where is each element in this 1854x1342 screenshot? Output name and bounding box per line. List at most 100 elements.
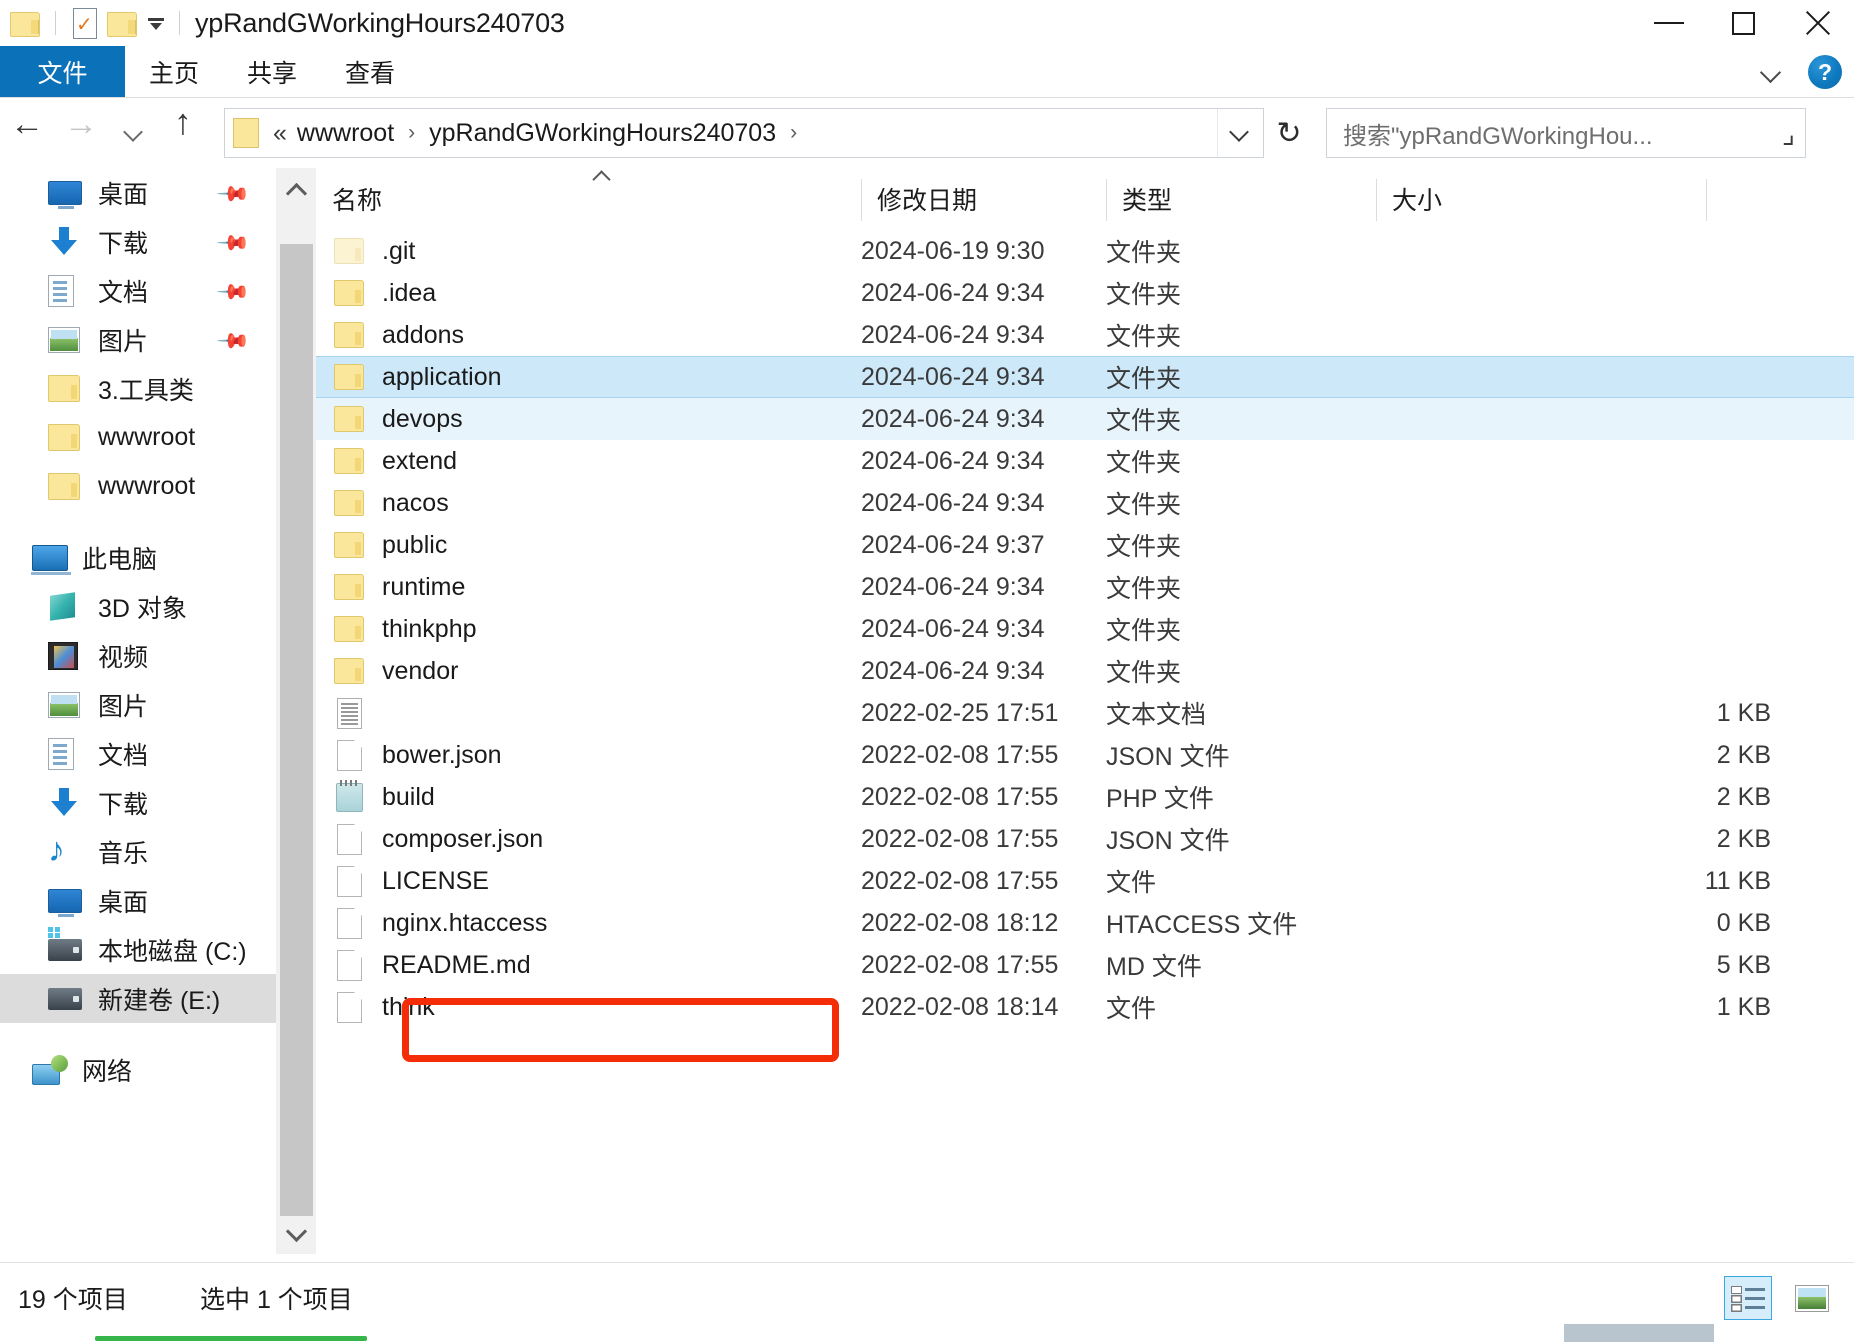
refresh-button[interactable]: ↻ — [1264, 116, 1314, 151]
table-row[interactable]: devops 2024-06-24 9:34 文件夹 — [316, 398, 1854, 440]
recent-locations-button[interactable] — [108, 106, 162, 160]
sidebar-item-documents-pc[interactable]: 文档 — [0, 729, 276, 778]
sidebar-item-label: 桌面 — [98, 180, 149, 209]
taskbar-peek-strip — [1564, 1324, 1714, 1342]
tab-view[interactable]: 查看 — [321, 46, 419, 98]
navigation-pane[interactable]: 桌面 📌 下载 📌 文档 📌 图片 📌 3.工具类 wwwroot wwwroo… — [0, 168, 276, 1254]
sidebar-item-label: 下载 — [98, 790, 149, 819]
help-button[interactable]: ? — [1808, 55, 1842, 89]
sidebar-item-pictures[interactable]: 图片 📌 — [0, 315, 276, 364]
column-headers: 名称 修改日期 类型 大小 — [316, 168, 1854, 230]
tab-home[interactable]: 主页 — [125, 46, 223, 98]
scroll-down-button[interactable] — [276, 1212, 316, 1254]
pin-icon[interactable]: 📌 — [215, 177, 250, 212]
tab-share[interactable]: 共享 — [223, 46, 321, 98]
sidebar-item-this-pc[interactable]: 此电脑 — [0, 533, 276, 582]
videos-icon — [48, 638, 94, 674]
file-size: 2 KB — [1716, 824, 1771, 853]
file-date: 2022-02-08 17:55 — [861, 950, 1059, 979]
file-size: 1 KB — [1716, 698, 1771, 727]
breadcrumb-item-wwwroot[interactable]: wwwroot — [293, 119, 398, 148]
sidebar-item-label: 桌面 — [98, 888, 149, 917]
properties-icon[interactable]: ✓ — [69, 6, 99, 40]
sidebar-item-videos[interactable]: 视频 — [0, 631, 276, 680]
table-row[interactable]: nginx.htaccess 2022-02-08 18:12 HTACCESS… — [316, 902, 1854, 944]
file-type: 文件夹 — [1106, 491, 1182, 519]
table-row[interactable]: extend 2024-06-24 9:34 文件夹 — [316, 440, 1854, 482]
file-list-pane[interactable]: 名称 修改日期 类型 大小 .git 2024-06-19 9:30 文件夹 .… — [316, 168, 1854, 1254]
pin-icon[interactable]: 📌 — [215, 324, 250, 359]
address-bar[interactable]: « wwwroot › ypRandGWorkingHours240703 › — [224, 108, 1264, 158]
search-box[interactable]: 搜索"ypRandGWorkingHou... ⌞ — [1326, 108, 1806, 158]
sidebar-item-wwwroot-1[interactable]: wwwroot — [0, 413, 276, 462]
table-row[interactable]: .git 2024-06-19 9:30 文件夹 — [316, 230, 1854, 272]
breadcrumb-item-current[interactable]: ypRandGWorkingHours240703 — [425, 119, 780, 148]
new-folder-icon[interactable] — [105, 9, 139, 37]
header-divider-4[interactable] — [1706, 179, 1707, 221]
table-row[interactable]: runtime 2024-06-24 9:34 文件夹 — [316, 566, 1854, 608]
scroll-up-button[interactable] — [276, 168, 316, 210]
table-row[interactable]: 2022-02-25 17:51 文本文档 1 KB — [316, 692, 1854, 734]
close-button[interactable] — [1780, 0, 1854, 46]
column-header-type[interactable]: 类型 — [1106, 168, 1376, 230]
file-date: 2022-02-08 18:12 — [861, 908, 1059, 937]
column-header-date-modified[interactable]: 修改日期 — [861, 168, 1106, 230]
scrollbar-thumb[interactable] — [280, 244, 313, 1216]
table-row[interactable]: thinkphp 2024-06-24 9:34 文件夹 — [316, 608, 1854, 650]
sidebar-item-music[interactable]: ♪ 音乐 — [0, 827, 276, 876]
table-row[interactable]: build 2022-02-08 17:55 PHP 文件 2 KB — [316, 776, 1854, 818]
breadcrumb-separator-1[interactable]: › — [398, 121, 425, 145]
navigation-pane-scrollbar[interactable] — [276, 168, 316, 1254]
folder-icon[interactable] — [8, 9, 42, 37]
minimize-button[interactable] — [1632, 0, 1706, 46]
customize-dropdown-icon[interactable] — [145, 11, 167, 35]
details-view-button[interactable] — [1724, 1276, 1772, 1320]
search-input[interactable]: 搜索"ypRandGWorkingHou... — [1343, 116, 1782, 151]
file-name: nginx.htaccess — [382, 908, 548, 937]
column-header-size[interactable]: 大小 — [1376, 168, 1706, 230]
sidebar-item-local-disk-c[interactable]: 本地磁盘 (C:) — [0, 925, 276, 974]
table-row[interactable]: README.md 2022-02-08 17:55 MD 文件 5 KB — [316, 944, 1854, 986]
sidebar-item-downloads-pc[interactable]: 下载 — [0, 778, 276, 827]
search-icon[interactable]: ⌞ — [1782, 117, 1795, 150]
up-button[interactable] — [162, 104, 216, 160]
sidebar-item-label: 3.工具类 — [98, 376, 194, 405]
file-date: 2022-02-08 18:14 — [861, 992, 1059, 1021]
sidebar-item-downloads[interactable]: 下载 📌 — [0, 217, 276, 266]
table-row-selected[interactable]: application 2024-06-24 9:34 文件夹 — [316, 356, 1854, 398]
table-row[interactable]: public 2024-06-24 9:37 文件夹 — [316, 524, 1854, 566]
pin-icon[interactable]: 📌 — [215, 226, 250, 261]
breadcrumb-overflow[interactable]: « — [267, 119, 293, 148]
table-row[interactable]: bower.json 2022-02-08 17:55 JSON 文件 2 KB — [316, 734, 1854, 776]
table-row-annotated[interactable]: think 2022-02-08 18:14 文件 1 KB — [316, 986, 1854, 1028]
column-header-name[interactable]: 名称 — [316, 168, 861, 230]
sidebar-item-desktop-pc[interactable]: 桌面 — [0, 876, 276, 925]
table-row[interactable]: vendor 2024-06-24 9:34 文件夹 — [316, 650, 1854, 692]
table-row[interactable]: addons 2024-06-24 9:34 文件夹 — [316, 314, 1854, 356]
table-row[interactable]: composer.json 2022-02-08 17:55 JSON 文件 2… — [316, 818, 1854, 860]
file-name: devops — [382, 404, 463, 433]
sidebar-item-desktop[interactable]: 桌面 📌 — [0, 168, 276, 217]
address-dropdown-button[interactable] — [1217, 109, 1263, 157]
sidebar-item-pictures-pc[interactable]: 图片 — [0, 680, 276, 729]
maximize-button[interactable] — [1706, 0, 1780, 46]
large-icons-view-button[interactable] — [1788, 1276, 1836, 1320]
sidebar-item-wwwroot-2[interactable]: wwwroot — [0, 462, 276, 511]
breadcrumb-separator-2[interactable]: › — [780, 121, 807, 145]
table-row[interactable]: .idea 2024-06-24 9:34 文件夹 — [316, 272, 1854, 314]
sidebar-item-tools[interactable]: 3.工具类 — [0, 364, 276, 413]
table-row[interactable]: LICENSE 2022-02-08 17:55 文件 11 KB — [316, 860, 1854, 902]
forward-button[interactable] — [54, 106, 108, 160]
tab-file[interactable]: 文件 — [0, 46, 125, 98]
sidebar-item-new-volume-e[interactable]: 新建卷 (E:) — [0, 974, 276, 1023]
sidebar-item-3d-objects[interactable]: 3D 对象 — [0, 582, 276, 631]
back-button[interactable] — [0, 106, 54, 160]
file-name: .git — [382, 236, 416, 265]
chevron-down-icon[interactable] — [1760, 64, 1786, 80]
table-row[interactable]: nacos 2024-06-24 9:34 文件夹 — [316, 482, 1854, 524]
sidebar-item-network[interactable]: 网络 — [0, 1045, 276, 1094]
file-name: nacos — [382, 488, 449, 517]
arrow-right-icon — [64, 107, 98, 147]
sidebar-item-documents[interactable]: 文档 📌 — [0, 266, 276, 315]
pin-icon[interactable]: 📌 — [215, 275, 250, 310]
